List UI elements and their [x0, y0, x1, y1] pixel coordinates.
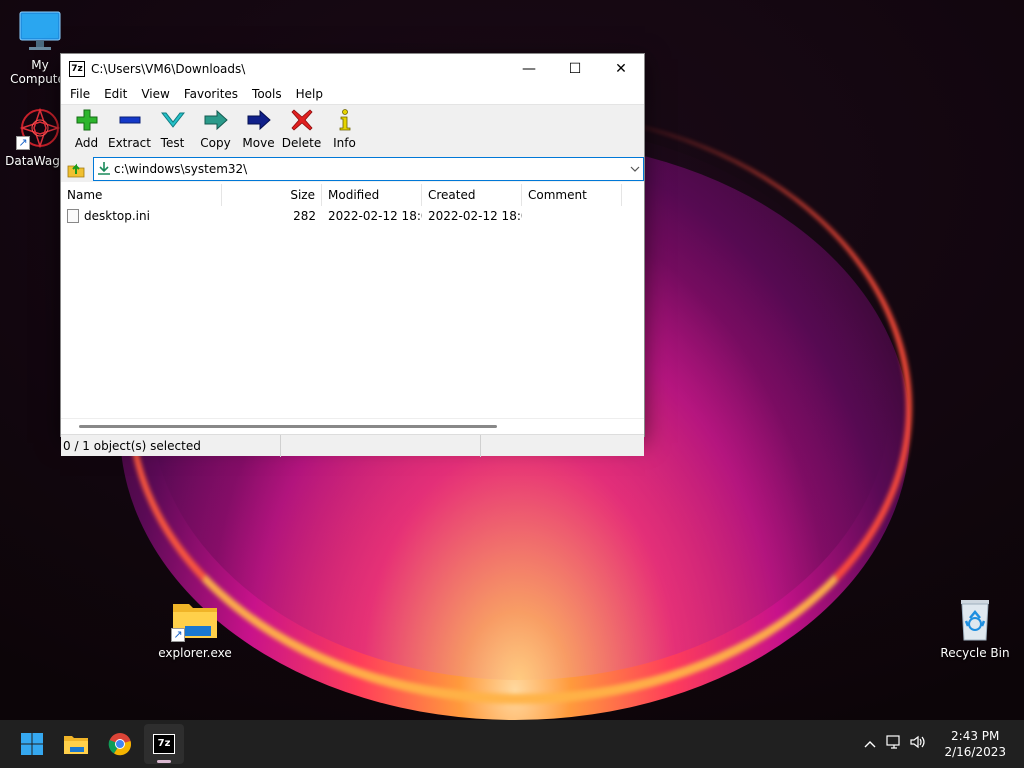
volume-icon[interactable] — [906, 735, 930, 753]
extract-label: Extract — [108, 136, 151, 150]
settings-file-icon — [67, 209, 79, 223]
toolbar: Add Extract Test Copy Move Delete Info — [61, 104, 644, 156]
column-header-name[interactable]: Name — [61, 183, 222, 206]
taskbar-7zip[interactable]: 7z — [144, 724, 184, 764]
add-label: Add — [74, 136, 99, 150]
status-bar: 0 / 1 object(s) selected — [61, 434, 644, 457]
close-button[interactable]: ✕ — [598, 54, 644, 84]
parent-folder-button[interactable] — [65, 158, 87, 180]
chrome-icon — [108, 733, 132, 756]
shortcut-arrow-icon: ↗ — [16, 136, 30, 150]
column-header-modified[interactable]: Modified — [322, 183, 422, 206]
address-input[interactable] — [114, 162, 627, 176]
copy-button[interactable]: Copy — [194, 108, 237, 150]
monitor-icon — [16, 10, 64, 54]
address-row — [61, 156, 644, 182]
file-list-header: Name Size Modified Created Comment — [61, 183, 644, 206]
datawagon-icon: ↗ — [16, 106, 64, 150]
menu-view[interactable]: View — [134, 87, 176, 101]
checkmark-icon — [160, 108, 185, 132]
extract-button[interactable]: Extract — [108, 108, 151, 150]
network-icon[interactable] — [882, 735, 906, 753]
move-button[interactable]: Move — [237, 108, 280, 150]
menu-edit[interactable]: Edit — [97, 87, 134, 101]
info-button[interactable]: Info — [323, 108, 366, 150]
column-header-comment[interactable]: Comment — [522, 183, 622, 206]
desktop-icon-label: explorer.exe — [158, 646, 232, 660]
desktop-icon-recycle-bin[interactable]: Recycle Bin — [935, 598, 1015, 660]
taskbar-chrome[interactable] — [100, 724, 140, 764]
file-name: desktop.ini — [84, 209, 150, 223]
delete-button[interactable]: Delete — [280, 108, 323, 150]
status-segment — [281, 434, 481, 457]
window-title: C:\Users\VM6\Downloads\ — [91, 62, 246, 76]
desktop-icon-label: Recycle Bin — [940, 646, 1010, 660]
folder-icon — [64, 736, 88, 754]
scrollbar-thumb[interactable] — [79, 425, 497, 428]
system-clock[interactable]: 2:43 PM 2/16/2023 — [944, 728, 1006, 760]
menu-favorites[interactable]: Favorites — [177, 87, 245, 101]
menu-bar: File Edit View Favorites Tools Help — [61, 84, 644, 104]
file-modified: 2022-02-12 18:07 — [328, 209, 422, 223]
test-button[interactable]: Test — [151, 108, 194, 150]
file-manager-window: 7z C:\Users\VM6\Downloads\ — ☐ ✕ File Ed… — [60, 53, 645, 457]
horizontal-scrollbar[interactable] — [61, 418, 644, 434]
column-header-created[interactable]: Created — [422, 183, 522, 206]
up-folder-icon — [67, 163, 85, 178]
start-button[interactable] — [12, 724, 52, 764]
plus-icon — [75, 108, 99, 132]
delete-x-icon — [290, 108, 314, 132]
minimize-button[interactable]: — — [506, 54, 552, 84]
copy-arrow-icon — [204, 108, 228, 132]
file-name-cell: desktop.ini — [61, 209, 222, 223]
test-label: Test — [160, 136, 185, 150]
7zip-app-icon: 7z — [153, 734, 175, 754]
file-list[interactable]: desktop.ini 282 2022-02-12 18:07 2022-02… — [61, 206, 644, 418]
recycle-bin-icon — [951, 598, 999, 642]
delete-label: Delete — [281, 136, 322, 150]
download-arrow-icon — [94, 161, 114, 178]
move-label: Move — [242, 136, 275, 150]
taskbar-file-explorer[interactable] — [56, 724, 96, 764]
move-arrow-icon — [247, 108, 271, 132]
file-created: 2022-02-12 18:07 — [428, 209, 522, 223]
taskbar: 7z 2:43 PM 2/16/2023 — [0, 720, 1024, 768]
shortcut-arrow-icon: ↗ — [171, 628, 185, 642]
column-header-size[interactable]: Size — [222, 183, 322, 206]
maximize-button[interactable]: ☐ — [552, 54, 598, 84]
info-icon — [333, 108, 357, 132]
clock-date: 2/16/2023 — [944, 745, 1006, 759]
chevron-up-icon[interactable] — [858, 737, 882, 752]
clock-time: 2:43 PM — [951, 729, 1000, 743]
windows-logo-icon — [21, 733, 43, 755]
copy-label: Copy — [200, 136, 231, 150]
chevron-down-icon[interactable] — [627, 164, 643, 175]
address-bar[interactable] — [93, 157, 644, 181]
status-segment — [481, 435, 641, 457]
info-label: Info — [333, 136, 356, 150]
7zip-app-icon: 7z — [69, 61, 85, 77]
menu-help[interactable]: Help — [289, 87, 330, 101]
menu-file[interactable]: File — [63, 87, 97, 101]
file-size: 282 — [293, 209, 316, 223]
add-button[interactable]: Add — [65, 108, 108, 150]
system-tray: 2:43 PM 2/16/2023 — [858, 720, 1006, 768]
desktop-icon-explorer[interactable]: ↗ explorer.exe — [155, 598, 235, 660]
minus-icon — [118, 108, 142, 132]
menu-tools[interactable]: Tools — [245, 87, 289, 101]
folder-icon: ↗ — [171, 598, 219, 642]
title-bar[interactable]: 7z C:\Users\VM6\Downloads\ — ☐ ✕ — [61, 54, 644, 84]
status-selection: 0 / 1 object(s) selected — [61, 434, 281, 457]
table-row[interactable]: desktop.ini 282 2022-02-12 18:07 2022-02… — [61, 206, 644, 226]
